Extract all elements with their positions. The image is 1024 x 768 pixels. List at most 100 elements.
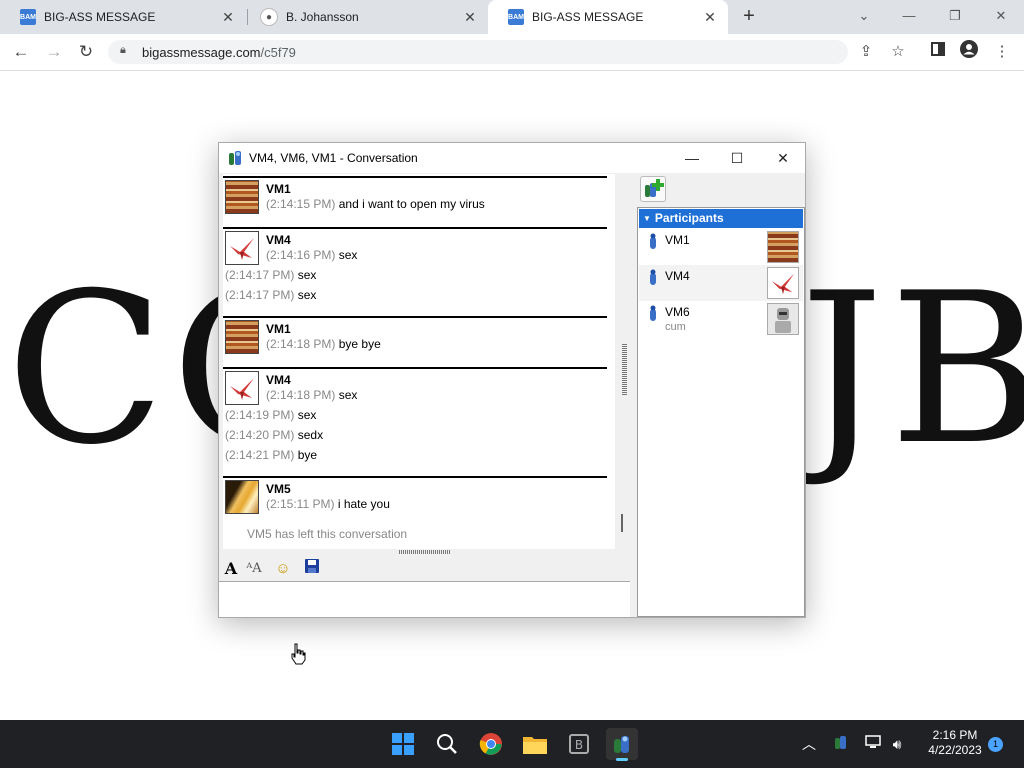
chat-transcript[interactable]: VM1 (2:14:15 PM) and i want to open my v…	[223, 174, 615, 549]
tab-title: BIG-ASS MESSAGE	[44, 10, 156, 24]
pidgin-app-icon	[229, 151, 241, 165]
message-line: (2:14:17 PM) sex	[225, 288, 317, 302]
search-icon	[437, 734, 457, 754]
kebab-menu-icon[interactable]: ⋮	[990, 40, 1014, 64]
message-input[interactable]	[219, 581, 630, 617]
input-resize-grip[interactable]	[399, 550, 451, 554]
system-notice: VM5 has left this conversation	[247, 527, 408, 541]
avatar	[225, 231, 259, 265]
restore-icon[interactable]: ❐	[942, 4, 968, 28]
message-line: (2:14:15 PM) and i want to open my virus	[266, 197, 485, 211]
formatting-toolbar: A ᴬA ☺	[219, 557, 631, 581]
message-block: VM4 (2:14:18 PM) sex (2:14:19 PM) sex (2…	[223, 367, 607, 473]
scrollbar-thumb[interactable]	[621, 514, 623, 532]
message-line: (2:14:17 PM) sex	[225, 268, 317, 282]
font-icon[interactable]: A	[221, 559, 241, 579]
file-explorer-button[interactable]	[519, 728, 551, 760]
tray-chevron-icon[interactable]: ︿	[798, 734, 820, 754]
participant-name: VM1	[665, 233, 690, 247]
add-buddy-icon	[645, 179, 664, 197]
pane-resize-grip[interactable]	[622, 343, 627, 395]
message-separator	[223, 367, 607, 369]
app-taskbar-button[interactable]: B	[563, 728, 595, 760]
paper-crane-icon	[771, 273, 795, 295]
user-status-icon	[650, 233, 656, 249]
profile-avatar-icon[interactable]	[957, 40, 981, 64]
save-icon[interactable]	[302, 559, 322, 579]
minimize-icon[interactable]: —	[896, 4, 922, 28]
windows-logo-icon	[392, 733, 414, 755]
browser-tab-1[interactable]: BAM BIG-ASS MESSAGE ✕	[0, 0, 246, 34]
maximize-icon[interactable]: ☐	[722, 147, 752, 169]
robot-icon	[775, 308, 791, 333]
participant-item[interactable]: VM1	[639, 229, 803, 265]
message-sender: VM4	[266, 233, 291, 247]
message-line: (2:14:21 PM) bye	[225, 448, 318, 462]
user-status-icon	[650, 305, 656, 321]
volume-icon[interactable]: 🔊︎	[886, 734, 908, 754]
chrome-taskbar-button[interactable]	[475, 728, 507, 760]
tab-title: BIG-ASS MESSAGE	[532, 10, 644, 24]
start-button[interactable]	[387, 728, 419, 760]
clock[interactable]: 2:16 PM 4/22/2023	[920, 728, 990, 758]
reload-icon[interactable]: ↻	[75, 41, 97, 63]
participant-item[interactable]: VM4	[639, 265, 803, 301]
message-line: (2:14:19 PM) sex	[225, 408, 317, 422]
paper-crane-icon	[230, 238, 254, 260]
message-block: VM1 (2:14:18 PM) bye bye	[223, 316, 607, 364]
smiley-icon[interactable]: ☺	[273, 559, 293, 579]
search-button[interactable]	[431, 728, 463, 760]
triangle-down-icon: ▼	[643, 214, 651, 223]
tab-close-icon[interactable]: ✕	[218, 9, 238, 26]
bookmark-star-icon[interactable]: ☆	[886, 40, 910, 64]
participant-item[interactable]: VM6 cum	[639, 301, 803, 337]
participant-avatar	[767, 231, 799, 263]
participant-name: VM4	[665, 269, 690, 283]
minimize-icon[interactable]: —	[677, 147, 707, 169]
tab-close-icon[interactable]: ✕	[700, 9, 720, 26]
message-line: (2:14:18 PM) sex	[266, 388, 358, 402]
avatar	[225, 320, 259, 354]
tab-close-icon[interactable]: ✕	[460, 9, 480, 26]
forward-arrow-icon[interactable]: →	[43, 41, 65, 63]
folder-icon	[523, 737, 547, 754]
browser-tab-2[interactable]: ● B. Johansson ✕	[240, 0, 488, 34]
font-size-icon[interactable]: ᴬA	[244, 559, 264, 579]
side-panel-icon[interactable]	[926, 40, 950, 64]
share-icon[interactable]: ⇪	[854, 40, 878, 64]
pidgin-taskbar-button[interactable]	[606, 728, 638, 761]
window-close-icon[interactable]: ✕	[988, 4, 1014, 28]
message-line: (2:14:20 PM) sedx	[225, 428, 324, 442]
participants-list[interactable]: ▼ Participants VM1 VM4 VM6 cum	[637, 207, 805, 617]
user-status-icon	[650, 269, 656, 285]
conversation-title: VM4, VM6, VM1 - Conversation	[249, 151, 418, 165]
conversation-window: VM4, VM6, VM1 - Conversation — ☐ ✕ VM1 (…	[218, 142, 806, 618]
message-sender: VM1	[266, 182, 291, 196]
notification-badge[interactable]: 1	[988, 737, 1003, 752]
network-icon[interactable]	[862, 734, 884, 754]
tab-search-chevron-icon[interactable]: ⌄	[851, 4, 877, 28]
windows-taskbar: B ︿ 🔊︎ 2:16 PM 4/22/2023	[0, 720, 1024, 768]
close-icon[interactable]: ✕	[768, 147, 798, 169]
message-line: (2:14:18 PM) bye bye	[266, 337, 381, 351]
add-participant-button[interactable]	[640, 176, 666, 202]
message-block: VM4 (2:14:16 PM) sex (2:14:17 PM) sex (2…	[223, 227, 607, 313]
svg-text:B: B	[575, 738, 583, 752]
back-arrow-icon[interactable]: ←	[10, 41, 32, 63]
browser-tab-strip: BAM BIG-ASS MESSAGE ✕ ● B. Johansson ✕ B…	[0, 0, 1024, 34]
message-line: (2:14:16 PM) sex	[266, 248, 358, 262]
new-tab-button[interactable]: +	[738, 5, 760, 27]
clock-time: 2:16 PM	[932, 728, 978, 742]
conversation-titlebar[interactable]: VM4, VM6, VM1 - Conversation — ☐ ✕	[219, 143, 805, 173]
pidgin-tray-icon[interactable]	[830, 734, 852, 754]
active-indicator	[616, 758, 628, 761]
browser-tab-3-active[interactable]: BAM BIG-ASS MESSAGE ✕	[488, 0, 728, 34]
bam-favicon-icon: BAM	[20, 9, 36, 25]
message-separator	[223, 476, 607, 478]
message-sender: VM5	[266, 482, 291, 496]
hand-cursor-icon	[291, 643, 306, 665]
participant-status: cum	[665, 321, 686, 333]
address-bar[interactable]: 🔒︎ bigassmessage.com/c5f79	[108, 40, 848, 64]
participants-header[interactable]: ▼ Participants	[639, 209, 803, 228]
avatar	[225, 371, 259, 405]
